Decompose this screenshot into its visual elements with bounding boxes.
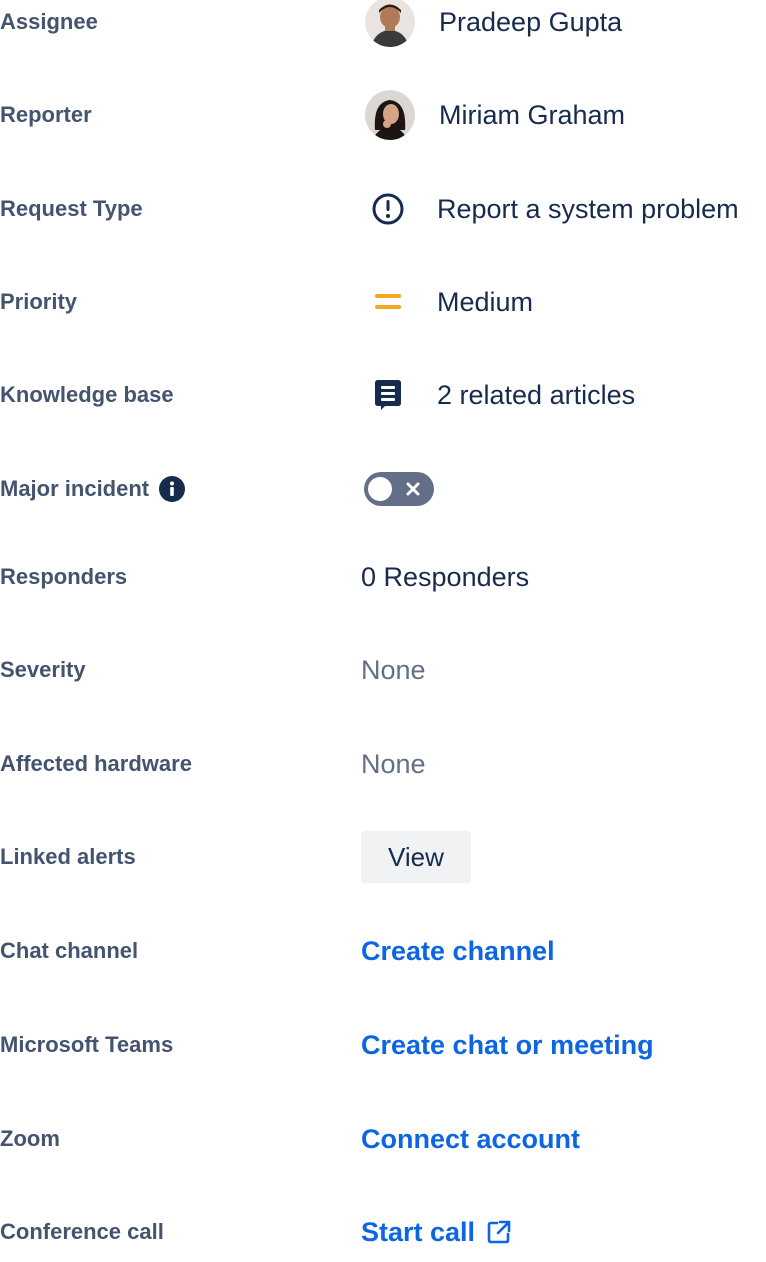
article-icon (375, 380, 401, 410)
knowledge-base-label: Knowledge base (0, 382, 174, 407)
major-incident-value (361, 472, 434, 506)
major-incident-label: Major incident (0, 476, 186, 502)
field-responders: Responders 0 Responders (0, 547, 766, 607)
priority-medium-icon (375, 294, 401, 309)
zoom-value: Connect account (361, 1124, 580, 1155)
major-incident-toggle[interactable] (364, 472, 434, 506)
responders-value[interactable]: 0 Responders (361, 562, 529, 593)
severity-text: None (361, 654, 426, 685)
avatar (365, 0, 415, 47)
knowledge-base-text: 2 related articles (437, 379, 636, 410)
knowledge-base-value[interactable]: 2 related articles (361, 370, 635, 420)
create-chat-or-meeting-link[interactable]: Create chat or meeting (361, 1030, 654, 1061)
field-major-incident: Major incident (0, 459, 766, 519)
major-incident-label-text: Major incident (0, 476, 150, 501)
avatar (365, 90, 415, 140)
conference-call-label: Conference call (0, 1219, 164, 1244)
priority-text: Medium (437, 286, 534, 317)
field-microsoft-teams: Microsoft Teams Create chat or meeting (0, 1015, 766, 1075)
field-affected-hardware: Affected hardware None (0, 734, 766, 794)
priority-label: Priority (0, 289, 78, 314)
view-button[interactable]: View (361, 831, 471, 883)
microsoft-teams-label: Microsoft Teams (0, 1032, 174, 1057)
field-request-type: Request Type Report a system problem (0, 179, 766, 239)
affected-hardware-value[interactable]: None (361, 749, 426, 780)
create-channel-link[interactable]: Create channel (361, 936, 555, 967)
reporter-name: Miriam Graham (439, 99, 626, 130)
field-conference-call: Conference call Start call (0, 1202, 766, 1262)
conference-call-value: Start call (361, 1217, 513, 1248)
reporter-value[interactable]: Miriam Graham (361, 90, 625, 140)
start-call-text: Start call (361, 1216, 476, 1247)
linked-alerts-value: View (361, 831, 471, 883)
connect-account-link[interactable]: Connect account (361, 1124, 580, 1155)
field-zoom: Zoom Connect account (0, 1109, 766, 1169)
chat-channel-label: Chat channel (0, 938, 139, 963)
close-icon (406, 482, 420, 496)
assignee-name: Pradeep Gupta (439, 6, 623, 37)
external-link-icon (487, 1220, 511, 1244)
assignee-value[interactable]: Pradeep Gupta (361, 0, 622, 47)
field-priority: Priority Medium (0, 272, 766, 332)
field-knowledge-base: Knowledge base 2 related articles (0, 365, 766, 425)
linked-alerts-label: Linked alerts (0, 844, 136, 869)
affected-hardware-text: None (361, 748, 426, 779)
start-call-link[interactable]: Start call (361, 1217, 513, 1248)
request-type-text: Report a system problem (437, 193, 739, 224)
field-linked-alerts: Linked alerts View (0, 827, 766, 887)
reporter-label: Reporter (0, 102, 92, 127)
field-reporter: Reporter Miriam Graham (0, 85, 766, 145)
chat-channel-value: Create channel (361, 936, 555, 967)
responders-text: 0 Responders (361, 561, 530, 592)
responders-label: Responders (0, 564, 128, 589)
field-chat-channel: Chat channel Create channel (0, 921, 766, 981)
affected-hardware-label: Affected hardware (0, 751, 192, 776)
severity-value[interactable]: None (361, 655, 426, 686)
field-assignee: Assignee Pradeep Gupta (0, 0, 766, 52)
field-severity: Severity None (0, 640, 766, 700)
priority-value[interactable]: Medium (361, 277, 533, 327)
exclamation-circle-icon (372, 193, 404, 225)
assignee-label: Assignee (0, 9, 98, 34)
request-type-label: Request Type (0, 196, 143, 221)
zoom-label: Zoom (0, 1126, 60, 1151)
request-type-value[interactable]: Report a system problem (361, 184, 739, 234)
info-icon[interactable] (159, 476, 186, 502)
microsoft-teams-value: Create chat or meeting (361, 1030, 654, 1061)
toggle-knob (368, 477, 392, 501)
severity-label: Severity (0, 657, 86, 682)
